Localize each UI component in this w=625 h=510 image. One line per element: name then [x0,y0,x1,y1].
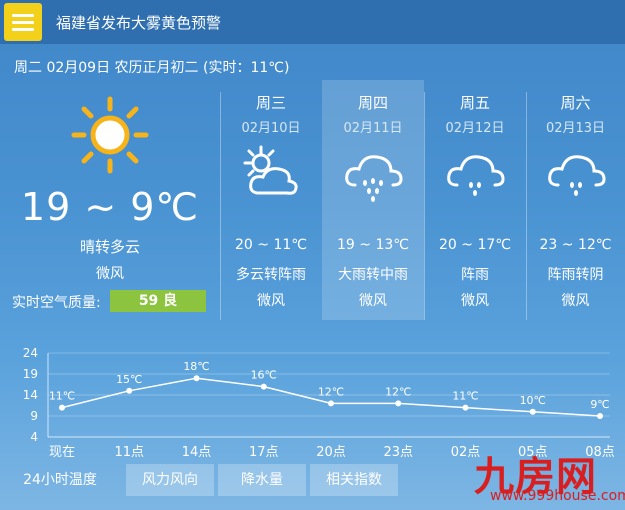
data-point [328,400,334,407]
air-quality-label: 实时空气质量: [12,295,101,311]
forecast-day[interactable]: 周四 02月11日 19 ~ 13℃ 大雨转中雨 微风 [322,80,424,320]
data-label: 9℃ [590,398,609,411]
alert-title[interactable]: 福建省发布大雾黄色预警 [56,12,221,33]
rain-cloud-icon [322,145,424,209]
y-tick-label: 4 [30,430,38,444]
forecast-date: 02月13日 [545,121,606,136]
data-point [260,383,267,390]
data-point [462,404,469,411]
y-tick-label: 14 [23,388,38,402]
forecast-weekday: 周六 [560,94,591,112]
divider [220,92,221,320]
rain-cloud-icon [526,145,625,209]
forecast-condition: 阵雨转阴 [547,267,604,283]
x-tick-label: 11点 [114,445,144,460]
watermark-url: www.999house.com [490,488,625,504]
today-date-line: 周二 02月09日 农历正月初二 (实时：11℃) [14,60,290,76]
y-tick-label: 9 [30,409,38,423]
menu-icon-line [12,14,34,17]
forecast-wind: 微风 [561,293,590,309]
data-label: 11℃ [452,390,478,403]
forecast-condition: 多云转阵雨 [236,267,306,283]
forecast-weekday: 周五 [459,94,490,112]
menu-icon-line [12,28,34,31]
divider [424,92,425,320]
forecast-condition: 阵雨 [461,267,489,283]
sun-icon [70,95,150,179]
today-wind: 微风 [96,266,124,282]
air-quality-badge[interactable]: 59 良 [110,290,206,312]
forecast-day[interactable]: 周六 02月13日 23 ~ 12℃ 阵雨转阴 微风 [526,80,625,320]
data-label: 11℃ [49,390,75,403]
forecast-wind: 微风 [461,293,489,309]
tab-wind[interactable]: 风力风向 [126,464,214,496]
today-condition: 晴转多云 [79,238,140,256]
forecast-weekday: 周三 [255,94,286,112]
y-tick-label: 24 [23,346,38,360]
forecast-day[interactable]: 周五 02月12日 20 ~ 17℃ 阵雨 微风 [424,80,526,320]
data-point [59,404,65,411]
partly-cloudy-icon [220,145,322,209]
data-label: 12℃ [385,385,411,398]
data-point [395,400,402,407]
x-tick-label: 现在 [49,445,75,460]
data-point [529,408,536,415]
forecast-temp: 23 ~ 12℃ [539,237,612,253]
tab-precipitation[interactable]: 降水量 [218,464,306,496]
forecast-weekday: 周四 [357,94,388,112]
data-label: 18℃ [183,360,209,373]
x-tick-label: 14点 [182,445,212,460]
tab-indices[interactable]: 相关指数 [310,464,398,496]
forecast-temp: 20 ~ 11℃ [235,237,307,253]
today-temp-range: 19 ~ 9℃ [20,185,200,229]
divider [526,92,527,320]
menu-icon-line [12,21,34,24]
data-label: 16℃ [251,369,277,382]
x-tick-label: 20点 [316,445,346,460]
forecast-condition: 大雨转中雨 [338,267,408,283]
forecast-wind: 微风 [359,293,387,309]
y-tick-label: 19 [23,367,38,381]
tab-24h-temp[interactable]: 24小时温度 [0,464,120,496]
data-label: 15℃ [116,373,142,386]
data-label: 12℃ [318,385,344,398]
x-tick-label: 17点 [249,445,279,460]
data-point [597,413,603,419]
x-tick-label: 23点 [383,445,413,460]
menu-button[interactable] [4,3,42,41]
forecast-date: 02月12日 [445,121,505,136]
forecast-temp: 19 ~ 13℃ [337,237,409,253]
data-label: 10℃ [520,394,546,407]
data-point [126,387,133,394]
data-point [193,375,200,382]
rain-cloud-icon [424,145,526,209]
forecast-temp: 20 ~ 17℃ [439,237,511,253]
forecast-day[interactable]: 周三 02月10日 20 ~ 11℃ 多云转阵雨 微风 [220,80,322,320]
forecast-wind: 微风 [257,293,285,309]
forecast-date: 02月11日 [343,121,403,136]
forecast-date: 02月10日 [241,121,301,136]
